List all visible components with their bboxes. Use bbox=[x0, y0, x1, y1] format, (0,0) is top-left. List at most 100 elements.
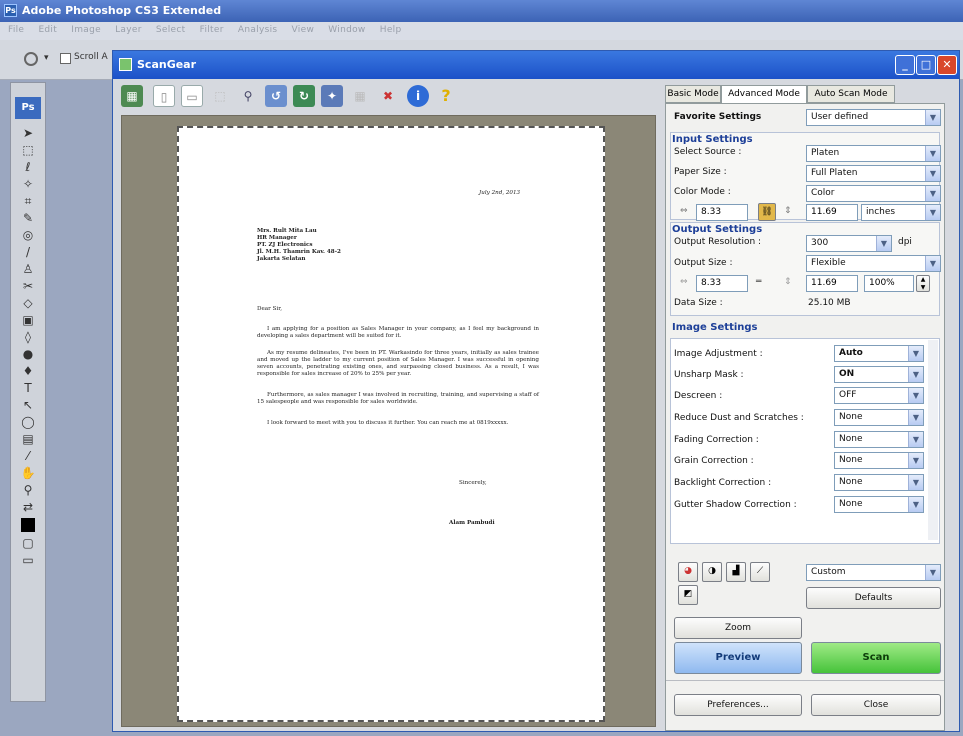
slice-tool-icon[interactable]: ✎ bbox=[11, 210, 45, 227]
output-width-field[interactable]: 8.33 bbox=[696, 275, 748, 292]
fading-correction-select[interactable]: None ▼ bbox=[834, 431, 924, 448]
tab-auto-scan-mode[interactable]: Auto Scan Mode bbox=[807, 85, 895, 103]
magic-wand-tool-icon[interactable]: ✧ bbox=[11, 176, 45, 193]
image-settings-scrollbar[interactable] bbox=[928, 340, 938, 540]
descreen-select[interactable]: OFF ▼ bbox=[834, 387, 924, 404]
menu-layer[interactable]: Layer bbox=[115, 25, 142, 35]
preview-button[interactable]: Preview bbox=[674, 642, 802, 674]
grain-correction-select[interactable]: None ▼ bbox=[834, 452, 924, 469]
menu-select[interactable]: Select bbox=[156, 25, 186, 35]
menu-filter[interactable]: Filter bbox=[200, 25, 224, 35]
tone-preset-select[interactable]: Custom ▼ bbox=[806, 564, 941, 581]
tone-curve-icon[interactable]: ⟋ bbox=[750, 562, 770, 582]
rotate-right-icon[interactable]: ↻ bbox=[293, 85, 315, 107]
help-icon[interactable]: ? bbox=[435, 85, 457, 107]
whole-image-icon[interactable]: ▯ bbox=[153, 85, 175, 107]
brightness-contrast-icon[interactable]: ◑ bbox=[702, 562, 722, 582]
output-size-label: Output Size : bbox=[674, 258, 733, 268]
select-all-crops-icon[interactable]: ▦ bbox=[349, 85, 371, 107]
threshold-icon[interactable]: ◩ bbox=[678, 585, 698, 605]
eyedropper-tool-icon[interactable]: ⁄ bbox=[11, 448, 45, 465]
crop-tool-icon[interactable]: ⌗ bbox=[11, 193, 45, 210]
close-button[interactable]: Close bbox=[811, 694, 941, 716]
notes-tool-icon[interactable]: ▤ bbox=[11, 431, 45, 448]
scan-button[interactable]: Scan bbox=[811, 642, 941, 674]
tab-advanced-mode[interactable]: Advanced Mode bbox=[721, 85, 807, 104]
menu-view[interactable]: View bbox=[292, 25, 315, 35]
unit-select[interactable]: inches ▼ bbox=[861, 204, 941, 221]
reduce-dust-select[interactable]: None ▼ bbox=[834, 409, 924, 426]
dodge-tool-icon[interactable]: ● bbox=[11, 346, 45, 363]
backlight-correction-select[interactable]: None ▼ bbox=[834, 474, 924, 491]
unsharp-mask-select[interactable]: ON ▼ bbox=[834, 366, 924, 383]
menu-image[interactable]: Image bbox=[71, 25, 101, 35]
grain-correction-value: None bbox=[839, 455, 863, 465]
path-selection-tool-icon[interactable]: ↖ bbox=[11, 397, 45, 414]
paper-size-select[interactable]: Full Platen ▼ bbox=[806, 165, 941, 182]
zoom-button[interactable]: Zoom bbox=[674, 617, 802, 639]
clone-stamp-tool-icon[interactable]: ♙ bbox=[11, 261, 45, 278]
minimize-button[interactable]: _ bbox=[895, 55, 915, 75]
input-height-field[interactable]: 11.69 bbox=[806, 204, 858, 221]
move-tool-icon[interactable]: ➤ bbox=[11, 125, 45, 142]
image-adjustment-value: Auto bbox=[839, 348, 863, 358]
scroll-all-checkbox[interactable] bbox=[60, 53, 71, 64]
zoom-tool-icon[interactable] bbox=[24, 52, 38, 66]
zoom-icon[interactable]: ⚲ bbox=[237, 85, 259, 107]
menu-analysis[interactable]: Analysis bbox=[238, 25, 277, 35]
input-width-field[interactable]: 8.33 bbox=[696, 204, 748, 221]
input-settings-header: Input Settings bbox=[672, 134, 753, 145]
recipient-line: PT. ZJ Electronics bbox=[257, 242, 313, 248]
select-source-select[interactable]: Platen ▼ bbox=[806, 145, 941, 162]
gradient-tool-icon[interactable]: ▣ bbox=[11, 312, 45, 329]
scale-spinner[interactable]: ▲ ▼ bbox=[916, 275, 930, 292]
menu-help[interactable]: Help bbox=[380, 25, 402, 35]
brush-tool-icon[interactable]: / bbox=[11, 244, 45, 261]
color-mode-select[interactable]: Color ▼ bbox=[806, 185, 941, 202]
close-window-button[interactable]: ✕ bbox=[937, 55, 957, 75]
screen-mode-icon[interactable]: ▭ bbox=[11, 552, 45, 569]
lasso-tool-icon[interactable]: ℓ bbox=[11, 159, 45, 176]
shape-tool-icon[interactable]: ◯ bbox=[11, 414, 45, 431]
gutter-shadow-select[interactable]: None ▼ bbox=[834, 496, 924, 513]
clear-crop-icon[interactable]: ⬚ bbox=[209, 85, 231, 107]
zoom-tool-icon[interactable]: ⚲ bbox=[11, 482, 45, 499]
foreground-color-swatch[interactable] bbox=[11, 518, 45, 535]
aspect-lock-icon[interactable]: ⛓ bbox=[758, 203, 776, 221]
blur-tool-icon[interactable]: ◊ bbox=[11, 329, 45, 346]
favorite-settings-select[interactable]: User defined ▼ bbox=[806, 109, 941, 126]
hand-tool-icon[interactable]: ✋ bbox=[11, 465, 45, 482]
tab-basic-mode[interactable]: Basic Mode bbox=[665, 85, 721, 103]
menu-window[interactable]: Window bbox=[328, 25, 365, 35]
remove-crop-icon[interactable]: ✖ bbox=[377, 85, 399, 107]
history-brush-tool-icon[interactable]: ✂ bbox=[11, 278, 45, 295]
auto-crop-icon[interactable]: ✦ bbox=[321, 85, 343, 107]
eraser-tool-icon[interactable]: ◇ bbox=[11, 295, 45, 312]
width-icon: ⇔ bbox=[680, 277, 688, 287]
marquee-tool-icon[interactable]: ⬚ bbox=[11, 142, 45, 159]
maximize-button[interactable]: □ bbox=[916, 55, 936, 75]
defaults-button[interactable]: Defaults bbox=[806, 587, 941, 609]
pen-tool-icon[interactable]: ♦ bbox=[11, 363, 45, 380]
healing-brush-tool-icon[interactable]: ◎ bbox=[11, 227, 45, 244]
menu-edit[interactable]: Edit bbox=[38, 25, 57, 35]
rotate-left-icon[interactable]: ↺ bbox=[265, 85, 287, 107]
histogram-icon[interactable]: ▟ bbox=[726, 562, 746, 582]
tool-preset-dropdown[interactable]: ▾ bbox=[44, 53, 49, 63]
image-adjustment-select[interactable]: Auto ▼ bbox=[834, 345, 924, 362]
output-size-select[interactable]: Flexible ▼ bbox=[806, 255, 941, 272]
crop-frame-icon[interactable]: ▭ bbox=[181, 85, 203, 107]
photoshop-app-icon: Ps bbox=[4, 4, 17, 17]
quick-mask-icon[interactable]: ▢ bbox=[11, 535, 45, 552]
swap-colors-icon[interactable]: ⇄ bbox=[11, 499, 45, 516]
preferences-button[interactable]: Preferences... bbox=[674, 694, 802, 716]
output-resolution-select[interactable]: 300 ▼ bbox=[806, 235, 892, 252]
output-height-field[interactable]: 11.69 bbox=[806, 275, 858, 292]
scale-field[interactable]: 100% bbox=[864, 275, 914, 292]
info-icon[interactable]: i bbox=[407, 85, 429, 107]
menu-file[interactable]: File bbox=[8, 25, 24, 35]
thumbnail-icon[interactable]: ▦ bbox=[121, 85, 143, 107]
color-balance-icon[interactable]: ◕ bbox=[678, 562, 698, 582]
type-tool-icon[interactable]: T bbox=[11, 380, 45, 397]
preview-area[interactable]: July 2nd, 2013 Mrs. Rult Mita Lau HR Man… bbox=[121, 115, 656, 727]
